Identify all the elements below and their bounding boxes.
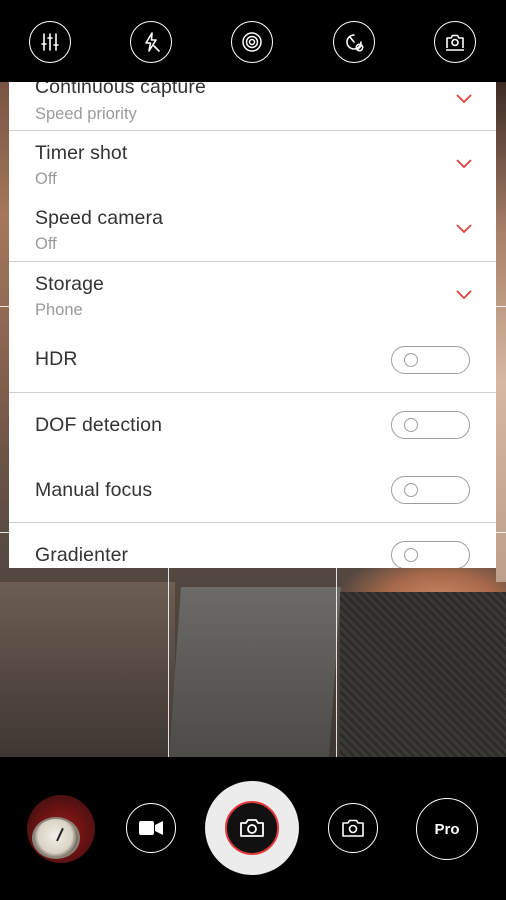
- setting-value: Phone: [35, 301, 83, 319]
- setting-title: DOF detection: [35, 414, 163, 436]
- setting-title: Manual focus: [35, 479, 153, 501]
- setting-value: Off: [35, 170, 57, 188]
- setting-speed-camera[interactable]: Speed camera Off: [9, 196, 496, 261]
- setting-value: Speed priority: [35, 105, 137, 123]
- settings-sliders-button[interactable]: [29, 21, 71, 63]
- gallery-thumbnail[interactable]: [27, 795, 95, 863]
- setting-title: HDR: [35, 348, 78, 370]
- viewfinder-scene-right: [340, 592, 506, 757]
- setting-hdr: HDR: [9, 327, 496, 392]
- pro-mode-button[interactable]: Pro: [416, 798, 478, 860]
- hdr-toggle[interactable]: [391, 346, 470, 374]
- shutter-inner: [225, 801, 279, 855]
- toggle-knob: [404, 548, 418, 562]
- toggle-knob: [404, 483, 418, 497]
- sliders-icon: [41, 33, 59, 51]
- setting-title: Storage: [35, 273, 104, 295]
- pro-mode-label: Pro: [434, 820, 460, 838]
- top-toolbar: [0, 0, 506, 82]
- video-camera-icon: [139, 821, 163, 835]
- setting-dof-detection: DOF detection: [9, 393, 496, 457]
- chevron-down-icon: [456, 159, 472, 169]
- gradienter-toggle[interactable]: [391, 541, 470, 568]
- thumbnail-photo: [32, 817, 80, 859]
- manual-focus-toggle[interactable]: [391, 476, 470, 504]
- camera-icon: [342, 819, 364, 837]
- setting-title: Timer shot: [35, 142, 128, 164]
- setting-gradienter: Gradienter: [9, 523, 496, 568]
- shutter-button[interactable]: [205, 781, 299, 875]
- switch-camera-button[interactable]: [434, 21, 476, 63]
- timer-button[interactable]: [333, 21, 375, 63]
- viewfinder-scene-center: [169, 587, 341, 757]
- video-mode-button[interactable]: [126, 803, 176, 853]
- setting-title: Gradienter: [35, 544, 129, 566]
- setting-value: Off: [35, 235, 57, 253]
- beauty-filter-button[interactable]: [231, 21, 273, 63]
- viewfinder-scene-edge: [496, 82, 506, 582]
- setting-storage[interactable]: Storage Phone: [9, 262, 496, 326]
- bottom-toolbar: Pro: [0, 757, 506, 900]
- beauty-filter-icon: [242, 32, 262, 52]
- toggle-knob: [404, 353, 418, 367]
- timer-off-icon: [346, 34, 364, 52]
- chevron-down-icon: [456, 290, 472, 300]
- flash-off-icon: [145, 32, 160, 52]
- camera-icon: [240, 819, 264, 837]
- flash-button[interactable]: [130, 21, 172, 63]
- switch-camera-icon: [446, 34, 464, 51]
- setting-continuous-capture[interactable]: Continuous capture Speed priority: [9, 82, 496, 130]
- settings-panel: Continuous capture Speed priority Timer …: [9, 82, 496, 568]
- setting-timer-shot[interactable]: Timer shot Off: [9, 131, 496, 195]
- viewfinder-scene-left: [0, 582, 175, 757]
- dof-detection-toggle[interactable]: [391, 411, 470, 439]
- toggle-knob: [404, 418, 418, 432]
- chevron-down-icon: [456, 224, 472, 234]
- chevron-down-icon: [456, 94, 472, 104]
- setting-title: Speed camera: [35, 207, 164, 229]
- setting-title: Continuous capture: [35, 82, 206, 98]
- setting-manual-focus: Manual focus: [9, 458, 496, 522]
- photo-mode-button[interactable]: [328, 803, 378, 853]
